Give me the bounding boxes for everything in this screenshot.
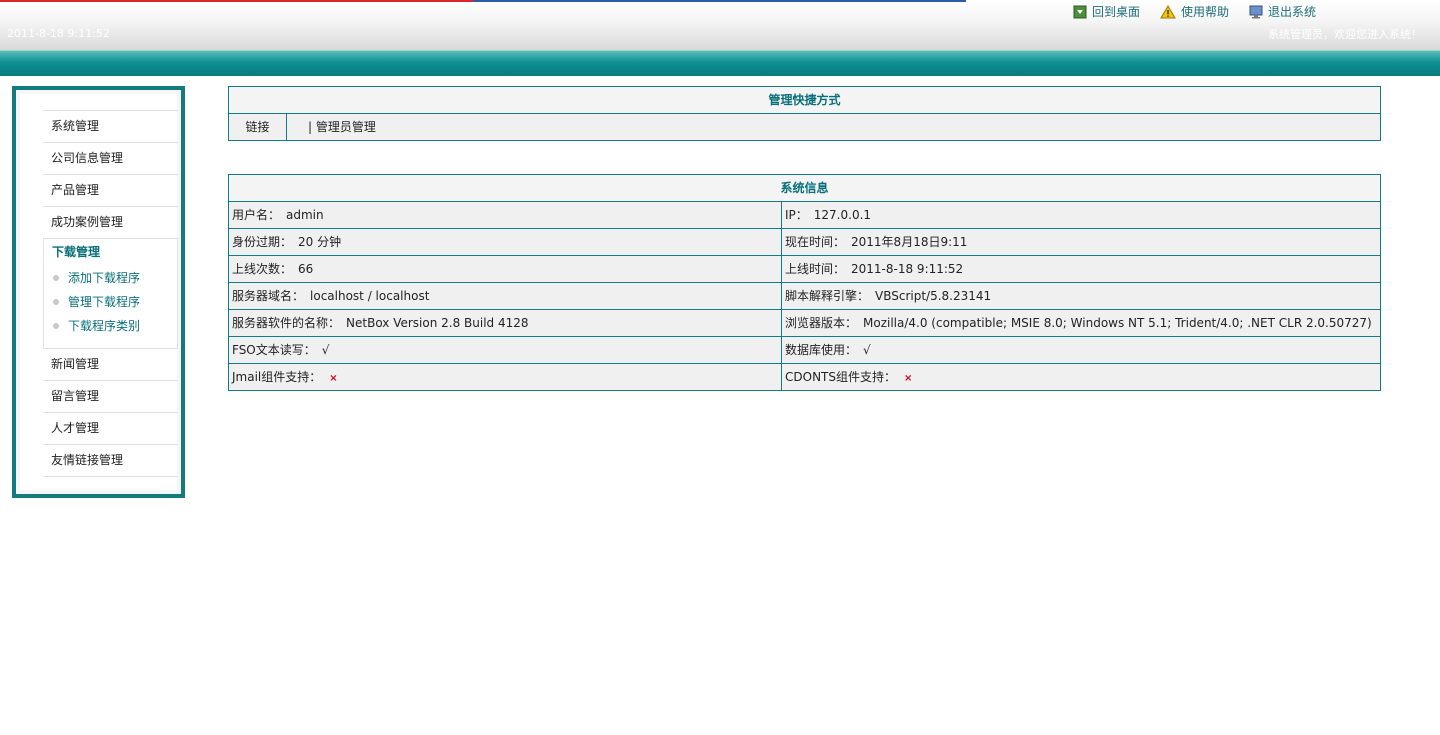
- info-label: 服务器软件的名称：: [232, 316, 341, 330]
- system-info-rows: 用户名： admin IP： 127.0.0.1 身份过期： 20 分钟 现在时间： 2…: [229, 202, 1380, 390]
- info-value: VBScript/5.8.23141: [875, 289, 992, 303]
- table-row: 身份过期： 20 分钟 现在时间： 2011年8月18日9:11: [229, 228, 1380, 255]
- info-label: 现在时间：: [785, 235, 846, 249]
- info-cell: 现在时间： 2011年8月18日9:11: [782, 229, 1380, 255]
- info-value: 2011-8-18 9:11:52: [851, 262, 964, 276]
- quick-links-row: 链接 | 管理员管理: [229, 114, 1380, 140]
- info-label: FSO文本读写：: [232, 343, 316, 357]
- info-cell: 服务器软件的名称： NetBox Version 2.8 Build 4128: [229, 310, 782, 336]
- info-label: Jmail组件支持：: [232, 370, 322, 384]
- sidebar-item-messages[interactable]: 留言管理: [43, 380, 178, 412]
- sidebar-subitem-add-download[interactable]: 添加下载程序: [44, 266, 177, 290]
- info-value: localhost / localhost: [310, 289, 430, 303]
- desktop-icon: [1073, 5, 1087, 18]
- back-to-desktop-link[interactable]: 回到桌面: [1073, 3, 1140, 20]
- sidebar-subitem-manage-download[interactable]: 管理下载程序: [44, 290, 177, 314]
- info-cell: 服务器域名： localhost / localhost: [229, 283, 782, 309]
- sidebar-item-products[interactable]: 产品管理: [43, 174, 178, 206]
- sidebar-menu: 系统管理 公司信息管理 产品管理 成功案例管理 下载管理 添加下载程序 管理下载…: [43, 110, 178, 477]
- system-info-title: 系统信息: [229, 175, 1380, 202]
- info-cell: 上线次数： 66: [229, 256, 782, 282]
- info-cell: 数据库使用： √: [782, 337, 1380, 363]
- table-row: Jmail组件支持： × CDONTS组件支持： ×: [229, 363, 1380, 390]
- sidebar-inner: 系统管理 公司信息管理 产品管理 成功案例管理 下载管理 添加下载程序 管理下载…: [20, 94, 178, 490]
- bullet-icon: [53, 275, 59, 281]
- info-cell: CDONTS组件支持： ×: [782, 364, 1380, 390]
- info-label: 服务器域名：: [232, 289, 305, 303]
- subitem-label: 下载程序类别: [68, 319, 141, 333]
- info-cell: IP： 127.0.0.1: [782, 202, 1380, 228]
- info-label: 上线时间：: [785, 262, 846, 276]
- back-to-desktop-label: 回到桌面: [1092, 5, 1141, 19]
- table-row: 服务器软件的名称： NetBox Version 2.8 Build 4128 浏…: [229, 309, 1380, 336]
- logout-label: 退出系统: [1268, 5, 1317, 19]
- table-row: 用户名： admin IP： 127.0.0.1: [229, 202, 1380, 228]
- subitem-label: 管理下载程序: [68, 295, 141, 309]
- header-links: 回到桌面 使用帮助 退出系统: [1073, 3, 1336, 20]
- table-row: FSO文本读写： √ 数据库使用： √: [229, 336, 1380, 363]
- info-cell: 上线时间： 2011-8-18 9:11:52: [782, 256, 1380, 282]
- help-link[interactable]: 使用帮助: [1160, 3, 1229, 20]
- teal-nav-bar: [0, 50, 1440, 76]
- info-cell: FSO文本读写： √: [229, 337, 782, 363]
- info-value: 20 分钟: [298, 235, 342, 249]
- table-row: 上线次数： 66 上线时间： 2011-8-18 9:11:52: [229, 255, 1380, 282]
- help-label: 使用帮助: [1181, 5, 1230, 19]
- cross-icon: ×: [329, 373, 338, 384]
- info-label: 浏览器版本：: [785, 316, 858, 330]
- monitor-icon: [1249, 5, 1263, 18]
- info-label: IP：: [785, 208, 808, 222]
- info-label: 身份过期：: [232, 235, 293, 249]
- info-value: 2011年8月18日9:11: [851, 235, 968, 249]
- info-cell: 身份过期： 20 分钟: [229, 229, 782, 255]
- info-label: 数据库使用：: [785, 343, 858, 357]
- sidebar-subitem-download-category[interactable]: 下载程序类别: [44, 314, 177, 338]
- sidebar-group-title[interactable]: 下载管理: [44, 239, 177, 266]
- sidebar-item-cases[interactable]: 成功案例管理: [43, 206, 178, 238]
- bullet-icon: [53, 299, 59, 305]
- sidebar-item-company-info[interactable]: 公司信息管理: [43, 142, 178, 174]
- sidebar-item-links[interactable]: 友情链接管理: [43, 444, 178, 477]
- sidebar-group-downloads: 下载管理 添加下载程序 管理下载程序 下载程序类别: [43, 238, 178, 349]
- sidebar: 系统管理 公司信息管理 产品管理 成功案例管理 下载管理 添加下载程序 管理下载…: [12, 86, 185, 498]
- cross-icon: ×: [904, 373, 913, 384]
- header-red-line: [0, 0, 473, 2]
- info-cell: Jmail组件支持： ×: [229, 364, 782, 390]
- quick-links-title: 管理快捷方式: [229, 87, 1380, 114]
- sidebar-item-talent[interactable]: 人才管理: [43, 412, 178, 444]
- quick-links-label: 链接: [229, 114, 287, 140]
- header-datetime: 2011-8-18 9:11:52: [7, 27, 110, 40]
- check-mark: √: [321, 343, 330, 357]
- quick-links-panel: 管理快捷方式 链接 | 管理员管理: [228, 86, 1381, 141]
- logout-link[interactable]: 退出系统: [1249, 3, 1316, 20]
- warning-icon: [1160, 4, 1176, 18]
- info-value: NetBox Version 2.8 Build 4128: [346, 316, 529, 330]
- system-info-panel: 系统信息 用户名： admin IP： 127.0.0.1 身份过期： 20 分钟 现…: [228, 174, 1381, 391]
- sidebar-item-system[interactable]: 系统管理: [43, 110, 178, 142]
- header-blue-line: [473, 0, 966, 2]
- info-value: Mozilla/4.0 (compatible; MSIE 8.0; Windo…: [863, 316, 1372, 330]
- top-header: 2011-8-18 9:11:52 回到桌面 使用帮助 退出系统 系统管理员，欢…: [0, 0, 1440, 50]
- info-value: 66: [298, 262, 314, 276]
- admin-management-link[interactable]: | 管理员管理: [287, 114, 376, 140]
- info-label: 上线次数：: [232, 262, 293, 276]
- bullet-icon: [53, 323, 59, 329]
- info-value: 127.0.0.1: [813, 208, 872, 222]
- info-label: 脚本解释引擎：: [785, 289, 870, 303]
- table-row: 服务器域名： localhost / localhost 脚本解释引擎： VBScr…: [229, 282, 1380, 309]
- info-label: CDONTS组件支持：: [785, 370, 896, 384]
- info-cell: 脚本解释引擎： VBScript/5.8.23141: [782, 283, 1380, 309]
- welcome-text: 系统管理员，欢迎您进入系统！: [1268, 28, 1422, 41]
- info-cell: 用户名： admin: [229, 202, 782, 228]
- info-value: admin: [286, 208, 324, 222]
- check-mark: √: [863, 343, 871, 357]
- info-label: 用户名：: [232, 208, 281, 222]
- subitem-label: 添加下载程序: [68, 271, 141, 285]
- sidebar-item-news[interactable]: 新闻管理: [43, 349, 178, 380]
- info-cell: 浏览器版本： Mozilla/4.0 (compatible; MSIE 8.0;…: [782, 310, 1380, 336]
